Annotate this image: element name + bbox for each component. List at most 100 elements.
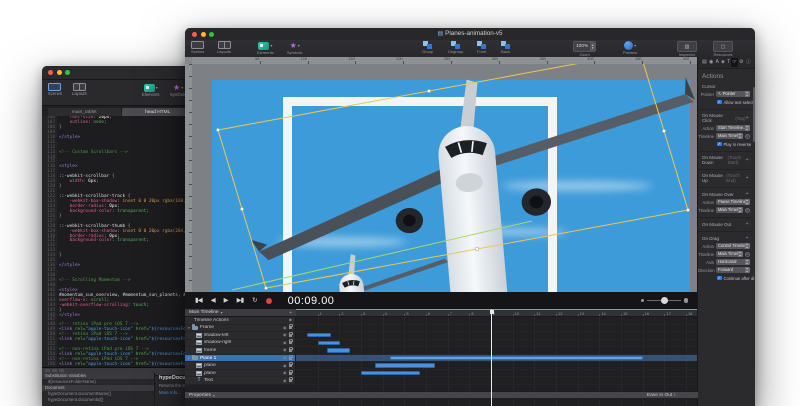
timeline-bar[interactable] bbox=[375, 363, 435, 368]
direction-select[interactable]: Forward bbox=[716, 267, 750, 273]
layouts-button[interactable]: Layouts bbox=[217, 41, 231, 54]
loop-button[interactable]: ↻ bbox=[252, 292, 258, 309]
timeline-row[interactable]: shadow-right ◉ bbox=[185, 339, 698, 348]
timeline-select[interactable]: Main Timeline bbox=[716, 251, 743, 257]
layer-cell[interactable]: shadow-right ◉ bbox=[185, 339, 296, 347]
add-action-button[interactable]: + bbox=[746, 157, 749, 163]
tab-identity[interactable]: ⓘ bbox=[745, 58, 752, 67]
timeline-row[interactable]: shadow-left ◉ bbox=[185, 331, 698, 340]
layer-cell[interactable]: ▸ Plane 1 ◉ bbox=[185, 354, 296, 362]
gear-icon[interactable]: ◆ bbox=[289, 318, 292, 322]
timeline-lane[interactable] bbox=[296, 347, 698, 354]
timeline-lane[interactable] bbox=[296, 340, 698, 347]
lock-icon[interactable] bbox=[288, 377, 293, 383]
timeline-row[interactable]: frame ◉ bbox=[185, 346, 698, 355]
pointer-select[interactable]: ↖ Pointer bbox=[716, 91, 750, 97]
layer-cell[interactable]: plane ◉ bbox=[185, 369, 296, 377]
timeline-lane[interactable] bbox=[296, 354, 698, 362]
add-action-button[interactable]: + bbox=[746, 221, 749, 227]
timeline-bar[interactable] bbox=[327, 348, 351, 353]
lock-icon[interactable] bbox=[288, 331, 293, 337]
timeline-row[interactable]: plane ◉ bbox=[185, 369, 698, 378]
timeline-selector[interactable]: Main Timeline ▾ + bbox=[185, 309, 296, 317]
tab-scene[interactable]: ◉ bbox=[708, 58, 715, 67]
back-button[interactable]: Back bbox=[501, 41, 510, 54]
ungroup-button[interactable]: Ungroup bbox=[448, 41, 463, 54]
animation-indicator-icon[interactable]: ◉ bbox=[283, 340, 287, 345]
timeline-lane[interactable] bbox=[296, 370, 698, 377]
code-editor[interactable]: 106 font-size: 20px; 107 outline: none; 10… bbox=[42, 116, 200, 368]
elements-button[interactable]: ▾ Elements bbox=[257, 41, 274, 55]
close-button[interactable] bbox=[48, 70, 53, 75]
layer-cell[interactable]: shadow-left ◉ bbox=[185, 331, 296, 339]
layer-cell[interactable]: T Text ◉ bbox=[185, 377, 296, 384]
timeline-options-button[interactable] bbox=[744, 207, 750, 213]
tab-physics[interactable]: ⚙ bbox=[738, 58, 745, 67]
timeline-lane[interactable] bbox=[296, 377, 698, 384]
minimize-button[interactable] bbox=[56, 70, 62, 75]
timeline-zoom-slider[interactable] bbox=[640, 297, 688, 304]
play-button[interactable]: ▶ bbox=[224, 292, 229, 309]
timeline-row[interactable]: ▾ Frame ◉ bbox=[185, 324, 698, 333]
timeline-row[interactable]: Timeline Actions ◆ bbox=[185, 317, 698, 325]
layer-cell[interactable]: frame ◉ bbox=[185, 346, 296, 354]
substitution-variables-list[interactable]: Substitution Variables ${resourcesFolderN… bbox=[42, 373, 155, 406]
add-action-button[interactable]: + bbox=[746, 175, 749, 181]
record-button[interactable] bbox=[265, 297, 272, 304]
scenes-button[interactable]: Scenes bbox=[48, 83, 62, 96]
front-button[interactable]: Front bbox=[477, 41, 486, 54]
checkbox-row[interactable]: ✓Continue after drag bbox=[698, 274, 755, 282]
timeline-select[interactable]: Main Timeline bbox=[716, 207, 743, 213]
skip-to-start-button[interactable]: ▮◀ bbox=[195, 292, 203, 309]
lock-icon[interactable] bbox=[288, 346, 293, 352]
timeline-lane[interactable] bbox=[296, 317, 698, 324]
lock-icon[interactable] bbox=[288, 339, 293, 345]
action-select[interactable]: Start Timeline... bbox=[716, 125, 750, 131]
time-ruler[interactable]: 1 2 3 4 5 6 7 8 9 10 11 12 13 14 15 16 17 18 bbox=[296, 309, 698, 317]
checkbox-row[interactable]: ✓ Play in reverse bbox=[698, 140, 753, 148]
slider-knob[interactable] bbox=[660, 297, 668, 304]
timeline-lane[interactable] bbox=[296, 325, 698, 332]
add-action-button[interactable]: + bbox=[746, 235, 749, 241]
scene-canvas[interactable] bbox=[192, 64, 698, 292]
animation-indicator-icon[interactable]: ◉ bbox=[283, 378, 287, 383]
resources-button[interactable]: ▢ Resources bbox=[713, 41, 733, 57]
inspector-button[interactable]: ▥ Inspector bbox=[677, 41, 697, 57]
inspector-scrollbar[interactable] bbox=[752, 87, 755, 142]
timeline-row[interactable]: T Text ◉ bbox=[185, 377, 698, 385]
action-select[interactable]: Control Timeline... bbox=[716, 243, 750, 249]
action-select[interactable]: Pause Timeline... bbox=[716, 199, 750, 205]
timeline-lane[interactable] bbox=[296, 332, 698, 339]
symbols-button[interactable]: ★ ▾ Symbols bbox=[170, 83, 186, 97]
zoom-button[interactable] bbox=[65, 70, 70, 75]
layer-cell[interactable]: ▾ Frame ◉ bbox=[185, 324, 296, 332]
layouts-button[interactable]: Layouts bbox=[72, 83, 87, 96]
checkbox-checked[interactable]: ✓ bbox=[717, 141, 722, 147]
left-window-titlebar[interactable] bbox=[42, 66, 200, 80]
tab-document[interactable]: ▤ bbox=[701, 58, 708, 67]
group-button[interactable]: Group bbox=[422, 41, 433, 54]
preview-button[interactable]: ▾ Preview bbox=[623, 41, 637, 55]
timeline-bar[interactable] bbox=[306, 333, 331, 338]
elements-button[interactable]: ▾ Elements bbox=[142, 83, 159, 97]
animation-indicator-icon[interactable]: ◉ bbox=[283, 348, 287, 352]
add-action-button[interactable]: + bbox=[746, 191, 749, 197]
document-item[interactable]: hypeDocument.documentId() bbox=[42, 397, 154, 403]
scenes-button[interactable]: Scenes bbox=[191, 41, 204, 54]
timeline-bar[interactable] bbox=[317, 340, 341, 346]
timeline-select[interactable]: Main Timeline bbox=[716, 133, 743, 139]
symbols-button[interactable]: ★ ▾ Symbols bbox=[287, 41, 302, 55]
checkbox-checked[interactable]: ✓ bbox=[717, 99, 722, 105]
layer-cell[interactable]: Timeline Actions ◆ bbox=[185, 317, 296, 324]
add-action-button[interactable]: + bbox=[746, 115, 749, 121]
timeline-options-button[interactable] bbox=[744, 251, 750, 257]
tab-actions[interactable]: ☞ bbox=[731, 58, 738, 67]
zoom-stepper-icon[interactable]: ▲ ▼ bbox=[590, 42, 596, 51]
layer-cell[interactable]: plane ◉ bbox=[185, 362, 296, 369]
big-plane[interactable] bbox=[239, 64, 698, 292]
axis-select[interactable]: Horizontal bbox=[716, 259, 750, 265]
checkbox-row[interactable]: ✓Allow text selection bbox=[698, 98, 755, 106]
timeline-row[interactable]: ▸ Plane 1 ◉ bbox=[185, 354, 698, 363]
properties-bar[interactable]: Properties ▾ Ease In Out ↕ bbox=[185, 391, 698, 399]
add-timeline-icon[interactable]: + bbox=[289, 310, 292, 316]
